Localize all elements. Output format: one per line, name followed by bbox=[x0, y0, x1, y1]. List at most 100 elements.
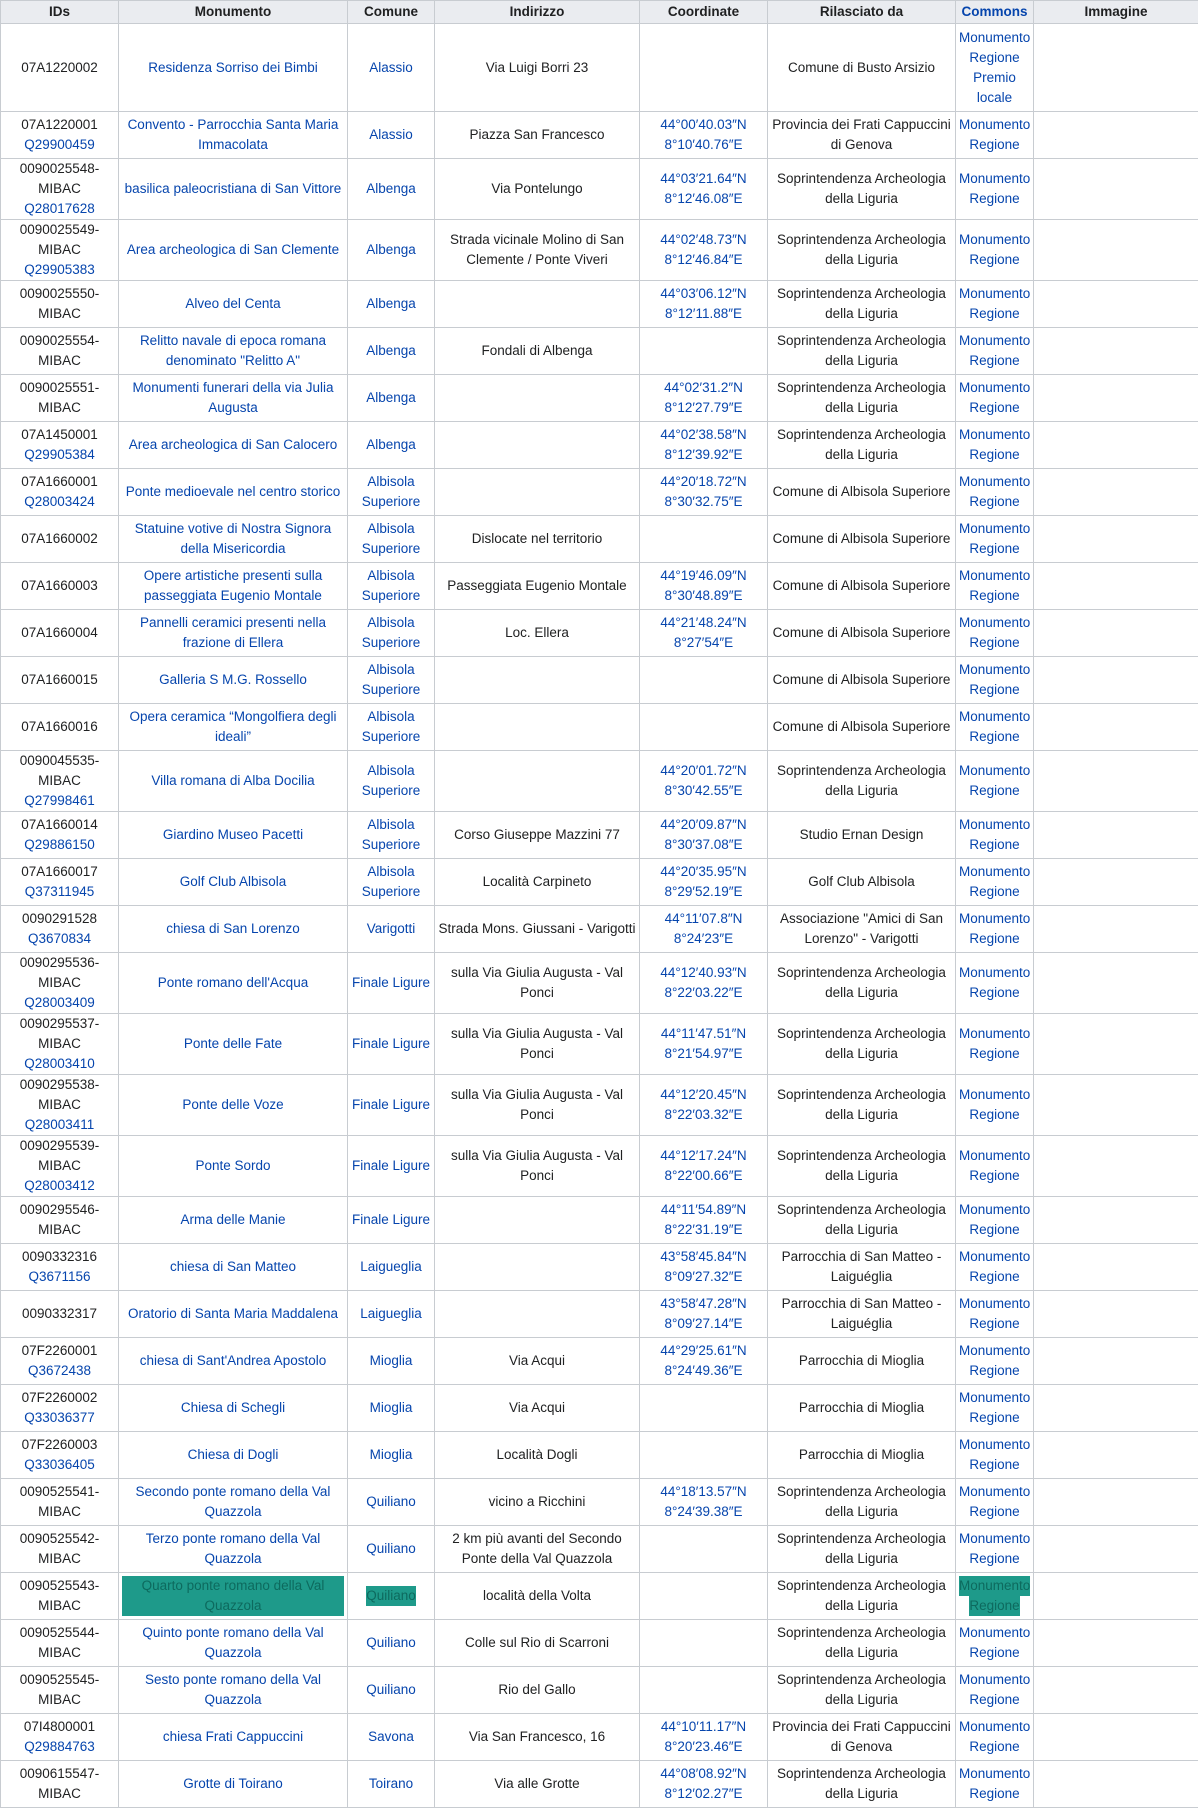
commons-link[interactable]: Regione bbox=[959, 539, 1030, 559]
commons-link[interactable]: Regione bbox=[969, 1596, 1019, 1616]
wikidata-link[interactable]: Q33036377 bbox=[4, 1408, 115, 1428]
monument-link[interactable]: Area archeologica di San Clemente bbox=[122, 240, 344, 260]
commons-link[interactable]: Regione bbox=[959, 680, 1030, 700]
longitude-link[interactable]: 8°20′23.46″E bbox=[643, 1737, 764, 1757]
latitude-link[interactable]: 44°02′48.73″N bbox=[643, 230, 764, 250]
commons-link[interactable]: Premio bbox=[959, 68, 1030, 88]
wikidata-link[interactable]: Q29900459 bbox=[4, 135, 115, 155]
latitude-link[interactable]: 44°20′01.72″N bbox=[643, 761, 764, 781]
latitude-link[interactable]: 44°20′09.87″N bbox=[643, 815, 764, 835]
monument-link[interactable]: chiesa Frati Cappuccini bbox=[122, 1727, 344, 1747]
commons-link[interactable]: Monumento bbox=[959, 28, 1030, 48]
commons-link[interactable]: Monumento bbox=[959, 1717, 1030, 1737]
commons-link[interactable]: Monumento bbox=[959, 1623, 1030, 1643]
wikidata-link[interactable]: Q29905383 bbox=[4, 260, 115, 280]
commons-link[interactable]: Regione bbox=[959, 1044, 1030, 1064]
commons-link[interactable]: Regione bbox=[959, 1455, 1030, 1475]
commons-link[interactable]: Regione bbox=[959, 1643, 1030, 1663]
commons-link[interactable]: Monumento bbox=[959, 1388, 1030, 1408]
commons-link[interactable]: Monumento bbox=[959, 378, 1030, 398]
commons-link[interactable]: Regione bbox=[959, 48, 1030, 68]
comune-link[interactable]: Albenga bbox=[351, 179, 431, 199]
latitude-link[interactable]: 44°10′11.17″N bbox=[643, 1717, 764, 1737]
longitude-link[interactable]: 8°12′46.84″E bbox=[643, 250, 764, 270]
latitude-link[interactable]: 44°19′46.09″N bbox=[643, 566, 764, 586]
commons-link[interactable]: Regione bbox=[959, 135, 1030, 155]
latitude-link[interactable]: 44°11′07.8″N bbox=[643, 909, 764, 929]
commons-link[interactable]: Regione bbox=[959, 835, 1030, 855]
longitude-link[interactable]: 8°30′32.75″E bbox=[643, 492, 764, 512]
comune-link[interactable]: Laigueglia bbox=[351, 1304, 431, 1324]
longitude-link[interactable]: 8°24′49.36″E bbox=[643, 1361, 764, 1381]
latitude-link[interactable]: 43°58′45.84″N bbox=[643, 1247, 764, 1267]
commons-link[interactable]: Monumento bbox=[959, 761, 1030, 781]
wikidata-link[interactable]: Q28003409 bbox=[4, 993, 115, 1013]
longitude-link[interactable]: 8°10′40.76″E bbox=[643, 135, 764, 155]
wikidata-link[interactable]: Q28003424 bbox=[4, 492, 115, 512]
comune-link[interactable]: Finale Ligure bbox=[351, 1034, 431, 1054]
wikidata-link[interactable]: Q28017628 bbox=[4, 199, 115, 219]
monument-link[interactable]: Statuine votive di Nostra Signora della … bbox=[122, 519, 344, 559]
commons-link[interactable]: Regione bbox=[959, 1502, 1030, 1522]
latitude-link[interactable]: 44°21′48.24″N bbox=[643, 613, 764, 633]
wikidata-link[interactable]: Q33036405 bbox=[4, 1455, 115, 1475]
commons-link[interactable]: Monumento bbox=[959, 425, 1030, 445]
comune-link[interactable]: Alassio bbox=[351, 58, 431, 78]
comune-link[interactable]: Albisola Superiore bbox=[351, 519, 431, 559]
commons-link[interactable]: Monumento bbox=[959, 1085, 1030, 1105]
latitude-link[interactable]: 44°20′18.72″N bbox=[643, 472, 764, 492]
commons-link[interactable]: Monumento bbox=[959, 660, 1030, 680]
commons-link[interactable]: Monumento bbox=[959, 566, 1030, 586]
commons-link[interactable]: Regione bbox=[959, 633, 1030, 653]
comune-link[interactable]: Quiliano bbox=[351, 1680, 431, 1700]
comune-link[interactable]: Finale Ligure bbox=[351, 973, 431, 993]
longitude-link[interactable]: 8°22′03.22″E bbox=[643, 983, 764, 1003]
longitude-link[interactable]: 8°09′27.32″E bbox=[643, 1267, 764, 1287]
longitude-link[interactable]: 8°30′42.55″E bbox=[643, 781, 764, 801]
commons-link[interactable]: Monumento bbox=[959, 1294, 1030, 1314]
monument-link[interactable]: Relitto navale di epoca romana denominat… bbox=[122, 331, 344, 371]
commons-link[interactable]: Monumento bbox=[959, 1576, 1030, 1596]
commons-link[interactable]: Regione bbox=[959, 398, 1030, 418]
longitude-link[interactable]: 8°24′39.38″E bbox=[643, 1502, 764, 1522]
commons-link[interactable]: Monumento bbox=[959, 1146, 1030, 1166]
wikidata-link[interactable]: Q29886150 bbox=[4, 835, 115, 855]
monument-link[interactable]: Opere artistiche presenti sulla passeggi… bbox=[122, 566, 344, 606]
commons-link[interactable]: Regione bbox=[959, 586, 1030, 606]
commons-link[interactable]: Regione bbox=[959, 1549, 1030, 1569]
comune-link[interactable]: Savona bbox=[351, 1727, 431, 1747]
comune-link[interactable]: Finale Ligure bbox=[351, 1210, 431, 1230]
latitude-link[interactable]: 44°12′17.24″N bbox=[643, 1146, 764, 1166]
latitude-link[interactable]: 44°18′13.57″N bbox=[643, 1482, 764, 1502]
commons-link[interactable]: Regione bbox=[959, 445, 1030, 465]
wikidata-link[interactable]: Q29905384 bbox=[4, 445, 115, 465]
commons-link[interactable]: Regione bbox=[959, 882, 1030, 902]
commons-link[interactable]: Regione bbox=[959, 250, 1030, 270]
latitude-link[interactable]: 44°12′20.45″N bbox=[643, 1085, 764, 1105]
monument-link[interactable]: Area archeologica di San Calocero bbox=[122, 435, 344, 455]
commons-link[interactable]: Regione bbox=[959, 1220, 1030, 1240]
comune-link[interactable]: Albenga bbox=[351, 294, 431, 314]
wikidata-link[interactable]: Q3672438 bbox=[4, 1361, 115, 1381]
comune-link[interactable]: Mioglia bbox=[351, 1351, 431, 1371]
comune-link[interactable]: Albenga bbox=[351, 388, 431, 408]
commons-link[interactable]: Regione bbox=[959, 1737, 1030, 1757]
wikidata-link[interactable]: Q28003410 bbox=[4, 1054, 115, 1074]
monument-link[interactable]: chiesa di San Matteo bbox=[122, 1257, 344, 1277]
wikidata-link[interactable]: Q28003411 bbox=[4, 1115, 115, 1135]
longitude-link[interactable]: 8°22′31.19″E bbox=[643, 1220, 764, 1240]
commons-link[interactable]: Regione bbox=[959, 781, 1030, 801]
longitude-link[interactable]: 8°12′46.08″E bbox=[643, 189, 764, 209]
comune-link[interactable]: Mioglia bbox=[351, 1398, 431, 1418]
monument-link[interactable]: chiesa di Sant'Andrea Apostolo bbox=[122, 1351, 344, 1371]
monument-link[interactable]: Villa romana di Alba Docilia bbox=[122, 771, 344, 791]
wikidata-link[interactable]: Q27998461 bbox=[4, 791, 115, 811]
commons-link[interactable]: Regione bbox=[959, 1166, 1030, 1186]
commons-link[interactable]: Monumento bbox=[959, 284, 1030, 304]
latitude-link[interactable]: 44°02′38.58″N bbox=[643, 425, 764, 445]
commons-link[interactable]: Monumento bbox=[959, 1482, 1030, 1502]
commons-link[interactable]: Monumento bbox=[959, 1435, 1030, 1455]
monument-link[interactable]: Opera ceramica “Mongolfiera degli ideali… bbox=[122, 707, 344, 747]
column-header[interactable]: Commons bbox=[956, 1, 1034, 24]
latitude-link[interactable]: 44°20′35.95″N bbox=[643, 862, 764, 882]
